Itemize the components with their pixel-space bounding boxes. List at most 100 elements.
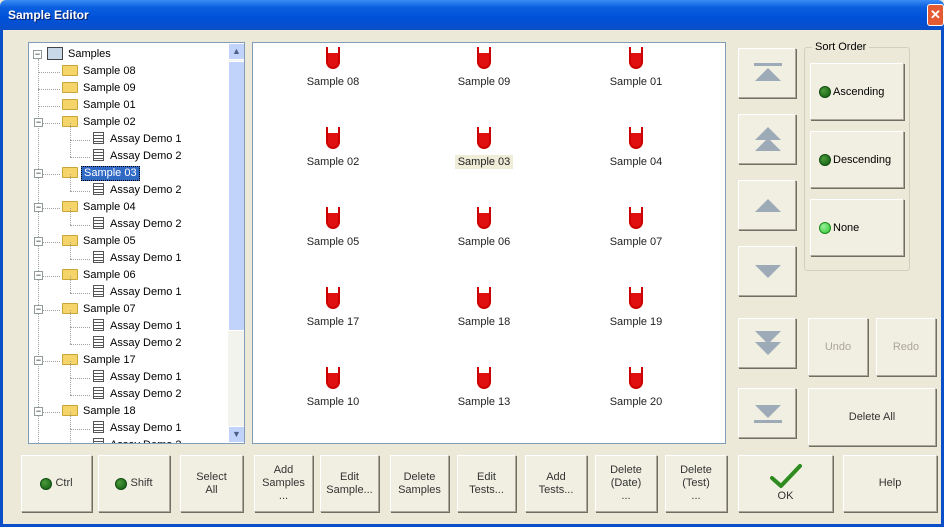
sample-item[interactable]: Sample 02	[278, 127, 388, 169]
redo-button[interactable]: Redo	[876, 318, 936, 376]
tree-line	[70, 344, 90, 345]
delete-test-button[interactable]: Delete (Test) ...	[665, 455, 727, 512]
tree-folder-item[interactable]: Sample 17	[62, 352, 138, 369]
sample-item[interactable]: Sample 05	[278, 207, 388, 249]
sort-order-title: Sort Order	[812, 41, 870, 53]
tree-item-label: Sample 01	[83, 99, 136, 111]
test-tube-icon	[477, 207, 491, 229]
sample-label: Sample 13	[457, 396, 511, 408]
scroll-up-icon[interactable]: ▲	[228, 43, 244, 60]
edit-sample-button[interactable]: Edit Sample...	[320, 455, 379, 512]
tree-test-item[interactable]: Assay Demo 1	[93, 250, 184, 267]
sample-item[interactable]: Sample 04	[581, 127, 691, 169]
tree-test-item[interactable]: Assay Demo 2	[93, 437, 184, 443]
tree-folder-item[interactable]: Sample 01	[62, 97, 138, 114]
tree-test-item[interactable]: Assay Demo 2	[93, 148, 184, 165]
tree-item-label: Assay Demo 1	[110, 320, 182, 332]
sample-label: Sample 01	[609, 76, 663, 88]
collapse-icon[interactable]: −	[34, 169, 43, 178]
collapse-icon[interactable]: −	[33, 50, 42, 59]
shift-toggle[interactable]: Shift	[98, 455, 170, 512]
move-down-button[interactable]	[738, 246, 796, 296]
sample-item[interactable]: Sample 07	[581, 207, 691, 249]
tree-test-item[interactable]: Assay Demo 1	[93, 284, 184, 301]
tree-test-item[interactable]: Assay Demo 2	[93, 182, 184, 199]
tree-folder-item[interactable]: Sample 05	[62, 233, 138, 250]
sample-label: Sample 09	[457, 76, 511, 88]
tree-folder-item[interactable]: Sample 06	[62, 267, 138, 284]
tree-root[interactable]: − Samples	[33, 46, 113, 63]
collapse-icon[interactable]: −	[34, 305, 43, 314]
collapse-icon[interactable]: −	[34, 203, 43, 212]
samples-view[interactable]: Sample 08 Sample 09 Sample 01 Sample 02 Samp…	[252, 42, 726, 444]
test-tube-icon	[326, 47, 340, 69]
edit-tests-button[interactable]: Edit Tests...	[457, 455, 516, 512]
delete-date-button[interactable]: Delete (Date) ...	[595, 455, 657, 512]
move-top-button[interactable]	[738, 48, 796, 98]
tree-folder-item[interactable]: Sample 02	[62, 114, 138, 131]
tree-folder-item[interactable]: Sample 09	[62, 80, 138, 97]
move-bottom-button[interactable]	[738, 388, 796, 438]
move-bottom-icon	[754, 405, 782, 423]
tree-folder-item[interactable]: Sample 03	[62, 165, 140, 182]
ascending-indicator-icon	[819, 86, 831, 98]
delete-samples-button[interactable]: Delete Samples	[390, 455, 449, 512]
tree-test-item[interactable]: Assay Demo 1	[93, 369, 184, 386]
sample-label: Sample 05	[306, 236, 360, 248]
tree-folder-item[interactable]: Sample 04	[62, 199, 138, 216]
scroll-down-icon[interactable]: ▼	[228, 426, 244, 443]
scroll-thumb[interactable]	[228, 61, 244, 331]
tree-line	[70, 412, 71, 429]
sample-tree[interactable]: − Samples Sample 08 Sample 09 Sample 01 − Samp…	[28, 42, 245, 444]
ascending-button[interactable]: Ascending	[810, 63, 904, 120]
tree-line	[70, 123, 71, 140]
tree-test-item[interactable]: Assay Demo 2	[93, 335, 184, 352]
collapse-icon[interactable]: −	[34, 237, 43, 246]
test-tube-icon	[477, 47, 491, 69]
test-document-icon	[93, 132, 104, 145]
tree-test-item[interactable]: Assay Demo 1	[93, 131, 184, 148]
sample-item[interactable]: Sample 06	[429, 207, 539, 249]
tree-folder-item[interactable]: Sample 18	[62, 403, 138, 420]
tree-test-item[interactable]: Assay Demo 2	[93, 386, 184, 403]
sample-item[interactable]: Sample 10	[278, 367, 388, 409]
delete-all-button[interactable]: Delete All	[808, 388, 936, 446]
select-all-button[interactable]: Select All	[180, 455, 243, 512]
tree-scrollbar[interactable]: ▲ ▼	[228, 43, 244, 443]
collapse-icon[interactable]: −	[34, 118, 43, 127]
descending-button[interactable]: Descending	[810, 131, 904, 188]
close-button[interactable]: ✕	[927, 4, 944, 26]
tree-test-item[interactable]: Assay Demo 1	[93, 318, 184, 335]
help-button[interactable]: Help	[843, 455, 937, 512]
tree-test-item[interactable]: Assay Demo 1	[93, 420, 184, 437]
tree-line	[70, 310, 71, 327]
tree-folder-item[interactable]: Sample 08	[62, 63, 138, 80]
move-down-fast-button[interactable]	[738, 318, 796, 368]
sample-item[interactable]: Sample 20	[581, 367, 691, 409]
close-icon: ✕	[930, 7, 941, 22]
tree-test-item[interactable]: Assay Demo 2	[93, 216, 184, 233]
add-tests-button[interactable]: Add Tests...	[525, 455, 587, 512]
tree-folder-item[interactable]: Sample 07	[62, 301, 138, 318]
collapse-icon[interactable]: −	[34, 407, 43, 416]
sample-item[interactable]: Sample 01	[581, 47, 691, 89]
title-bar: Sample Editor ✕	[0, 0, 944, 30]
none-button[interactable]: None	[810, 199, 904, 256]
move-up-button[interactable]	[738, 180, 796, 230]
undo-button[interactable]: Undo	[808, 318, 868, 376]
sample-item[interactable]: Sample 08	[278, 47, 388, 89]
tree-line	[70, 174, 71, 191]
collapse-icon[interactable]: −	[34, 356, 43, 365]
ok-button[interactable]: OK	[738, 455, 833, 512]
move-up-fast-button[interactable]	[738, 114, 796, 164]
sample-item[interactable]: Sample 13	[429, 367, 539, 409]
collapse-icon[interactable]: −	[34, 271, 43, 280]
sample-item[interactable]: Sample 17	[278, 287, 388, 329]
sample-item[interactable]: Sample 19	[581, 287, 691, 329]
sample-item[interactable]: Sample 18	[429, 287, 539, 329]
add-samples-button[interactable]: Add Samples ...	[254, 455, 313, 512]
sample-item[interactable]: Sample 09	[429, 47, 539, 89]
ctrl-toggle[interactable]: Ctrl	[21, 455, 92, 512]
sample-item[interactable]: Sample 03	[429, 127, 539, 169]
test-tube-icon	[629, 47, 643, 69]
